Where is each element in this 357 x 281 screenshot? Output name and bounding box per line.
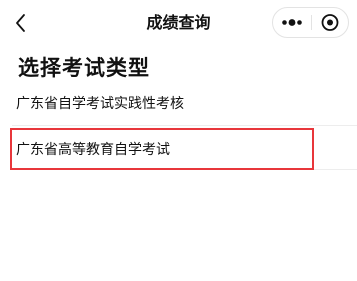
exam-option-label: 广东省高等教育自学考试 xyxy=(16,142,170,158)
more-dots-icon xyxy=(282,19,302,26)
target-circle-icon xyxy=(321,14,339,31)
divider xyxy=(12,125,357,126)
exam-option-label: 广东省自学考试实践性考核 xyxy=(16,96,184,112)
more-button[interactable] xyxy=(273,8,311,37)
navigation-bar: 成绩查询 xyxy=(0,0,357,46)
mini-program-capsule xyxy=(272,7,349,38)
exam-option-higher-education[interactable]: 广东省高等教育自学考试 xyxy=(0,128,357,170)
close-mini-program-button[interactable] xyxy=(312,8,349,37)
divider xyxy=(12,169,357,170)
exam-option-practical[interactable]: 广东省自学考试实践性考核 xyxy=(0,86,357,126)
exam-type-heading: 选择考试类型 xyxy=(18,56,150,80)
